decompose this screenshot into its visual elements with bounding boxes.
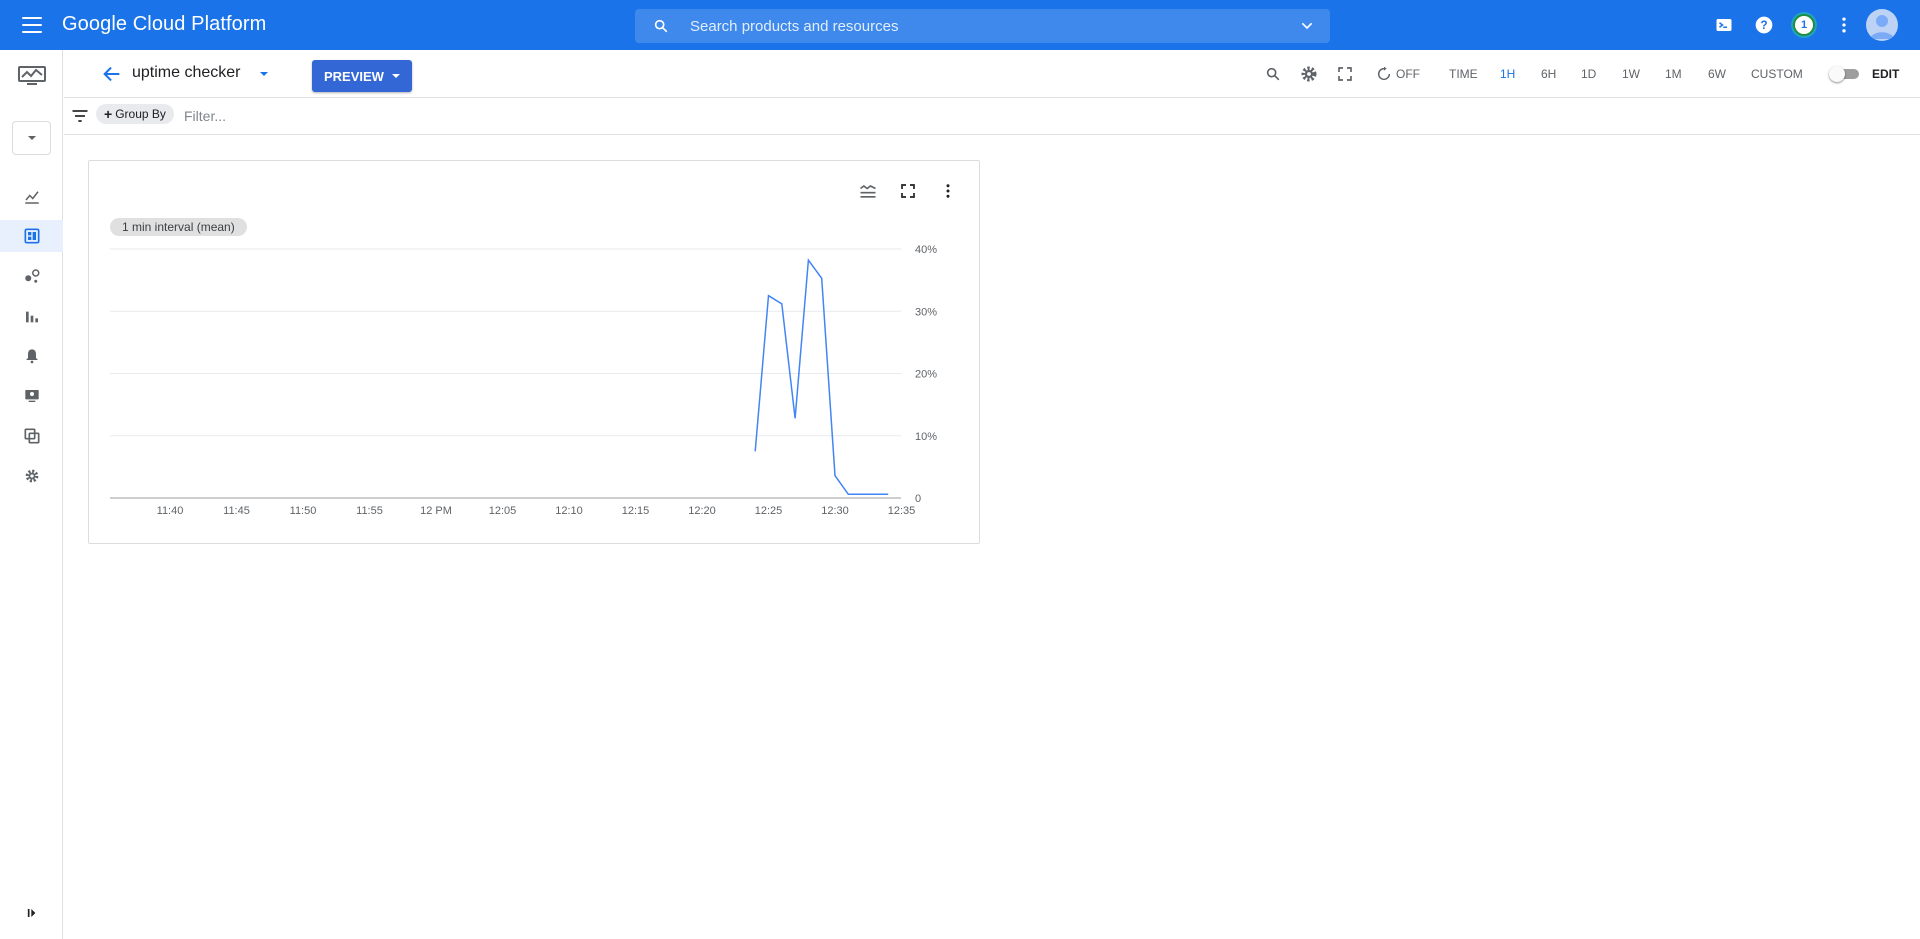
x-tick-label: 11:45 <box>223 505 250 517</box>
product-brand[interactable]: Google Cloud Platform <box>62 13 266 36</box>
help-icon[interactable]: ? <box>1752 13 1776 37</box>
project-selector-button[interactable] <box>12 121 51 155</box>
y-tick-label: 10% <box>915 431 937 443</box>
x-tick-label: 12:30 <box>821 505 849 517</box>
monitoring-side-nav <box>0 50 63 939</box>
preview-button[interactable]: PREVIEW <box>312 60 412 92</box>
svg-text:?: ? <box>1760 19 1767 32</box>
nav-metrics[interactable] <box>0 301 63 333</box>
widget-more-icon[interactable] <box>937 180 959 202</box>
filter-input[interactable] <box>184 105 584 127</box>
nav-metrics-explorer[interactable] <box>0 181 63 213</box>
chevron-down-icon[interactable] <box>1298 18 1316 34</box>
search-bar[interactable] <box>635 9 1330 43</box>
uptime-line-chart: 0 10% 20% 30% 40% 11:40 11:45 11:50 11:55 12 PM 12… <box>110 244 937 517</box>
x-tick-label: 12:15 <box>622 505 650 517</box>
edit-mode-toggle[interactable] <box>1829 66 1859 82</box>
expand-widget-icon[interactable] <box>897 180 919 202</box>
nav-groups[interactable] <box>0 420 63 452</box>
x-tick-label: 12:25 <box>755 505 783 517</box>
account-avatar[interactable] <box>1866 9 1898 41</box>
y-tick-label: 0 <box>915 493 921 505</box>
y-tick-label: 20% <box>915 369 937 381</box>
dashboard-icon <box>24 228 39 244</box>
group-by-chip[interactable]: + Group By <box>96 104 174 124</box>
filter-bar: + Group By <box>64 98 1920 135</box>
time-label: TIME <box>1449 67 1478 81</box>
time-option-custom[interactable]: CUSTOM <box>1751 67 1803 81</box>
more-vert-icon[interactable] <box>1832 13 1856 37</box>
interval-chip: 1 min interval (mean) <box>110 218 247 236</box>
preview-label: PREVIEW <box>324 68 384 84</box>
auto-refresh-toggle[interactable]: OFF <box>1376 66 1420 82</box>
group-by-label: Group By <box>115 107 166 121</box>
nav-dashboards[interactable] <box>0 220 63 252</box>
time-option-6h[interactable]: 6H <box>1541 67 1556 81</box>
time-option-1w[interactable]: 1W <box>1622 67 1640 81</box>
back-arrow-icon[interactable] <box>101 63 123 85</box>
x-tick-label: 11:55 <box>356 505 383 517</box>
search-icon <box>654 19 668 33</box>
y-tick-label: 30% <box>915 306 937 318</box>
refresh-icon <box>1377 66 1391 81</box>
x-tick-label: 12:05 <box>489 505 517 517</box>
y-tick-label: 40% <box>915 244 937 256</box>
legend-toggle-icon[interactable] <box>857 180 879 202</box>
caret-down-icon[interactable] <box>256 68 272 80</box>
monitoring-logo-icon[interactable] <box>18 64 46 88</box>
settings-gear-icon[interactable] <box>1299 64 1319 84</box>
services-icon <box>24 269 39 283</box>
top-app-bar: Google Cloud Platform ? 1 <box>0 0 1920 50</box>
monitor-icon <box>24 390 39 402</box>
x-tick-label: 11:40 <box>157 505 184 517</box>
bell-icon <box>25 349 38 364</box>
nav-uptime-checks[interactable] <box>0 380 63 412</box>
time-option-1m[interactable]: 1M <box>1665 67 1682 81</box>
time-option-1d[interactable]: 1D <box>1581 67 1596 81</box>
x-tick-label: 12 PM <box>420 505 452 517</box>
x-tick-label: 12:10 <box>555 505 583 517</box>
dashboard-title[interactable]: uptime checker <box>132 64 241 82</box>
search-input[interactable] <box>690 9 1270 43</box>
plus-icon: + <box>104 106 113 122</box>
line-chart-icon <box>24 191 39 204</box>
gear-icon <box>25 469 38 483</box>
series-line <box>754 258 889 496</box>
fullscreen-icon[interactable] <box>1335 64 1355 84</box>
edit-label: EDIT <box>1872 67 1900 81</box>
chart-widget: 1 min interval (mean) 0 10% 20% 30% 40% 11:40… <box>88 160 980 544</box>
nav-settings[interactable] <box>0 460 63 492</box>
bar-chart-icon <box>25 311 38 323</box>
x-tick-label: 11:50 <box>290 505 317 517</box>
groups-icon <box>24 428 39 444</box>
notifications-badge[interactable]: 1 <box>1793 14 1815 36</box>
search-icon[interactable] <box>1263 64 1283 84</box>
time-option-6w[interactable]: 6W <box>1708 67 1726 81</box>
time-option-1h[interactable]: 1H <box>1500 67 1515 81</box>
x-tick-label: 12:20 <box>688 505 716 517</box>
main-menu-icon[interactable] <box>20 13 44 37</box>
dashboard-toolbar: uptime checker PREVIEW OFF TIME 1H 6H 1D… <box>64 50 1920 98</box>
nav-services[interactable] <box>0 260 63 292</box>
x-tick-label: 12:35 <box>888 505 916 517</box>
expand-nav-icon[interactable] <box>24 905 40 921</box>
nav-alerting[interactable] <box>0 340 63 372</box>
filter-list-icon[interactable] <box>70 106 90 126</box>
cloud-shell-icon[interactable] <box>1712 13 1736 37</box>
auto-refresh-label: OFF <box>1396 67 1420 81</box>
